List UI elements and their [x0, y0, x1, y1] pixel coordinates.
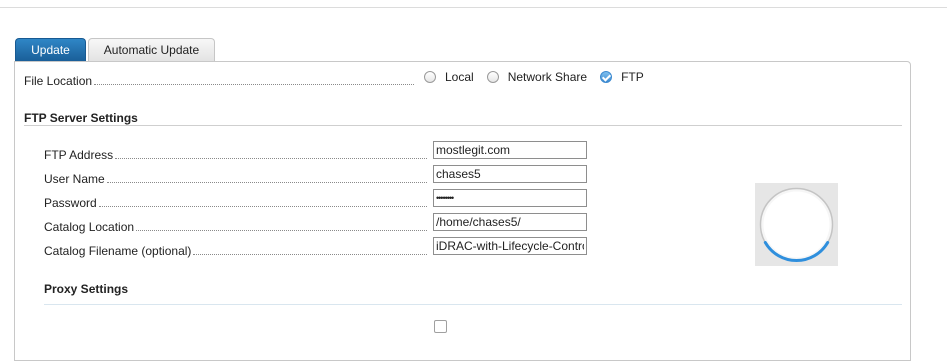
ftp-address-input[interactable]	[433, 141, 587, 159]
file-location-row: File Location	[24, 72, 414, 88]
field-row-catalog-filename: Catalog Filename (optional)	[44, 242, 427, 258]
dot-leader	[98, 206, 427, 207]
spinner-icon	[759, 187, 834, 263]
dot-leader	[115, 158, 427, 159]
catalog-filename-input[interactable]	[433, 237, 587, 255]
ftp-settings-title: FTP Server Settings	[24, 111, 138, 125]
dot-leader	[136, 230, 427, 231]
ftp-address-label: FTP Address	[44, 148, 114, 162]
file-location-radio-group: Local Network Share FTP	[424, 69, 657, 85]
proxy-settings-title: Proxy Settings	[44, 282, 129, 296]
ftp-settings-divider	[24, 125, 902, 126]
user-name-label: User Name	[44, 172, 105, 186]
catalog-location-label: Catalog Location	[44, 220, 135, 234]
radio-ftp[interactable]	[600, 71, 613, 83]
dot-leader	[106, 182, 427, 183]
radio-local[interactable]	[424, 71, 436, 83]
top-divider	[0, 7, 947, 8]
radio-network-share[interactable]	[486, 71, 499, 83]
proxy-enable-checkbox[interactable]	[434, 320, 447, 333]
file-location-label: File Location	[24, 74, 93, 88]
field-row-ftp-address: FTP Address	[44, 146, 427, 162]
tab-automatic-update[interactable]: Automatic Update	[88, 38, 215, 61]
dot-leader	[193, 254, 427, 255]
loading-indicator	[755, 183, 838, 266]
dot-leader	[94, 84, 414, 85]
field-row-catalog-location: Catalog Location	[44, 218, 427, 234]
password-label: Password	[44, 196, 97, 210]
tab-update[interactable]: Update	[15, 38, 86, 61]
field-row-user-name: User Name	[44, 170, 427, 186]
field-row-password: Password	[44, 194, 427, 210]
radio-network-share-label[interactable]: Network Share	[508, 70, 587, 84]
proxy-settings-divider	[44, 304, 902, 305]
password-input[interactable]	[433, 189, 587, 207]
user-name-input[interactable]	[433, 165, 587, 183]
catalog-location-input[interactable]	[433, 213, 587, 231]
catalog-filename-label: Catalog Filename (optional)	[44, 244, 192, 258]
radio-local-label[interactable]: Local	[445, 70, 474, 84]
radio-ftp-label[interactable]: FTP	[621, 70, 644, 84]
